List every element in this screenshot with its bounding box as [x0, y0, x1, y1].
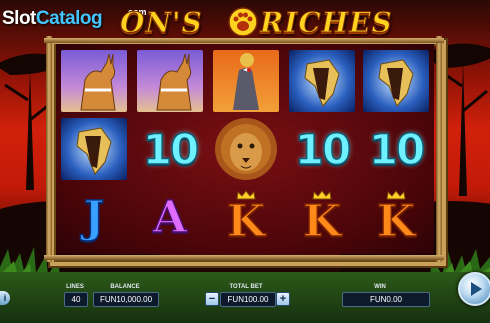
total-bet-value: FUN100.00	[220, 292, 276, 307]
balance-value: FUN10,000.00	[93, 292, 159, 307]
symbol-ten: 10	[142, 124, 200, 175]
frame-pole-right	[436, 36, 442, 262]
frame-pole-bottom	[44, 255, 444, 260]
symbol-k: K	[210, 184, 282, 250]
symbol-a: A	[152, 191, 188, 244]
lines-label: LINES	[66, 284, 84, 290]
title-riches: RICHES	[260, 6, 393, 40]
win-label: WIN	[374, 284, 386, 290]
symbol-africa-mask	[286, 48, 358, 114]
balance-label: BALANCE	[110, 284, 140, 290]
symbol-gazelle	[58, 48, 130, 114]
symbol-lion	[210, 116, 282, 182]
paw-icon	[228, 7, 258, 37]
reel-grid: J 10 A K 10 K 10 K	[56, 44, 434, 254]
spin-button[interactable]	[458, 272, 490, 306]
watermark-catalog: Catalog	[35, 8, 103, 29]
symbol-africa-mask	[360, 48, 432, 114]
total-bet-label: TOTAL BET	[229, 284, 263, 290]
title-lions: ON'S	[120, 6, 203, 40]
watermark-text: SlotCatalog	[2, 8, 103, 30]
symbol-j: J	[83, 191, 105, 244]
win-value: FUN0.00	[342, 292, 430, 307]
frame-pole-left	[46, 36, 52, 262]
symbol-gazelle	[134, 48, 206, 114]
symbol-ten: 10	[294, 124, 352, 175]
symbol-crowned-crane	[210, 48, 282, 114]
play-arrow-icon	[471, 282, 482, 296]
lines-value: 40	[64, 292, 88, 307]
symbol-k: K	[360, 184, 432, 250]
lion-icon	[215, 118, 277, 180]
symbol-k: K	[286, 184, 358, 250]
watermark-slot: Slot	[2, 8, 36, 29]
frame-pole-top	[44, 38, 444, 43]
decrease-bet-button[interactable]: −	[205, 292, 219, 306]
increase-bet-button[interactable]: +	[276, 292, 290, 306]
symbol-ten: 10	[368, 124, 426, 175]
symbol-africa-mask	[58, 116, 130, 182]
